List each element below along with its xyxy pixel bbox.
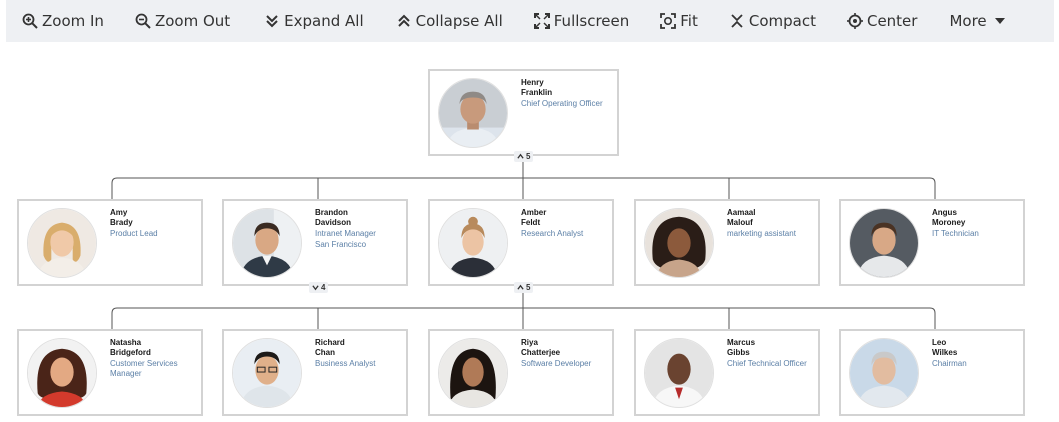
- avatar: [438, 338, 508, 408]
- person-title: Intranet Manager: [315, 229, 376, 238]
- person-first-name: Marcus: [727, 338, 756, 347]
- person-first-name: Leo: [932, 338, 947, 347]
- org-card-henry-franklin[interactable]: Henry Franklin Chief Operating Officer: [428, 69, 619, 156]
- collapse-toggle-henry-franklin[interactable]: 5: [514, 151, 534, 162]
- person-last-name: Bridgeford: [110, 348, 151, 357]
- person-first-name: Henry: [521, 78, 544, 87]
- org-card-amy-brady[interactable]: Amy Brady Product Lead: [17, 199, 203, 286]
- person-last-name: Moroney: [932, 218, 966, 227]
- person-title: Chief Operating Officer: [521, 99, 603, 108]
- person-title: Chief Technical Officer: [727, 359, 807, 368]
- chevron-up-icon: [517, 284, 524, 290]
- person-title: Business Analyst: [315, 359, 376, 368]
- person-last-name: Chan: [315, 348, 335, 357]
- chevron-up-icon: [517, 153, 524, 159]
- children-count: 5: [526, 283, 531, 292]
- avatar: [849, 208, 919, 278]
- person-first-name: Amber: [521, 208, 547, 217]
- person-first-name: Riya: [521, 338, 538, 347]
- chevron-down-icon: [312, 285, 319, 291]
- avatar: [849, 338, 919, 408]
- org-card-brandon-davidson[interactable]: Brandon Davidson Intranet Manager San Fr…: [222, 199, 408, 286]
- avatar: [644, 338, 714, 408]
- org-card-leo-wilkes[interactable]: Leo Wilkes Chairman: [839, 329, 1025, 416]
- avatar: [644, 208, 714, 278]
- org-card-angus-moroney[interactable]: Angus Moroney IT Technician: [839, 199, 1025, 286]
- person-title: Customer Services Manager: [110, 359, 178, 378]
- children-count: 4: [321, 283, 326, 292]
- person-first-name: Brandon: [315, 208, 348, 217]
- person-location: San Francisco: [315, 240, 367, 249]
- org-card-amber-feldt[interactable]: Amber Feldt Research Analyst: [428, 199, 614, 286]
- collapse-toggle-amber-feldt[interactable]: 5: [514, 282, 534, 293]
- person-last-name: Feldt: [521, 218, 541, 227]
- person-first-name: Amy: [110, 208, 128, 217]
- avatar: [232, 208, 302, 278]
- person-title: marketing assistant: [727, 229, 796, 238]
- avatar: [232, 338, 302, 408]
- person-title: IT Technician: [932, 229, 979, 238]
- person-last-name: Chatterjee: [521, 348, 561, 357]
- org-card-natasha-bridgeford[interactable]: Natasha Bridgeford Customer Services Man…: [17, 329, 203, 416]
- avatar: [27, 208, 97, 278]
- avatar: [438, 208, 508, 278]
- person-title: Research Analyst: [521, 229, 584, 238]
- person-last-name: Franklin: [521, 88, 553, 97]
- person-last-name: Gibbs: [727, 348, 750, 357]
- org-chart: Henry Franklin Chief Operating Officer 5…: [0, 0, 1059, 422]
- expand-toggle-brandon-davidson[interactable]: 4: [309, 282, 329, 293]
- person-title: Chairman: [932, 359, 967, 368]
- org-card-marcus-gibbs[interactable]: Marcus Gibbs Chief Technical Officer: [634, 329, 820, 416]
- person-first-name: Aamaal: [727, 208, 756, 217]
- person-last-name: Brady: [110, 218, 133, 227]
- person-title: Software Developer: [521, 359, 592, 368]
- org-card-aamaal-malouf[interactable]: Aamaal Malouf marketing assistant: [634, 199, 820, 286]
- avatar: [27, 338, 97, 408]
- children-count: 5: [526, 152, 531, 161]
- person-first-name: Angus: [932, 208, 957, 217]
- person-last-name: Wilkes: [932, 348, 958, 357]
- person-first-name: Richard: [315, 338, 345, 347]
- person-title: Product Lead: [110, 229, 158, 238]
- person-last-name: Davidson: [315, 218, 352, 227]
- org-card-riya-chatterjee[interactable]: Riya Chatterjee Software Developer: [428, 329, 614, 416]
- person-first-name: Natasha: [110, 338, 142, 347]
- person-last-name: Malouf: [727, 218, 753, 227]
- avatar: [438, 78, 508, 148]
- org-card-richard-chan[interactable]: Richard Chan Business Analyst: [222, 329, 408, 416]
